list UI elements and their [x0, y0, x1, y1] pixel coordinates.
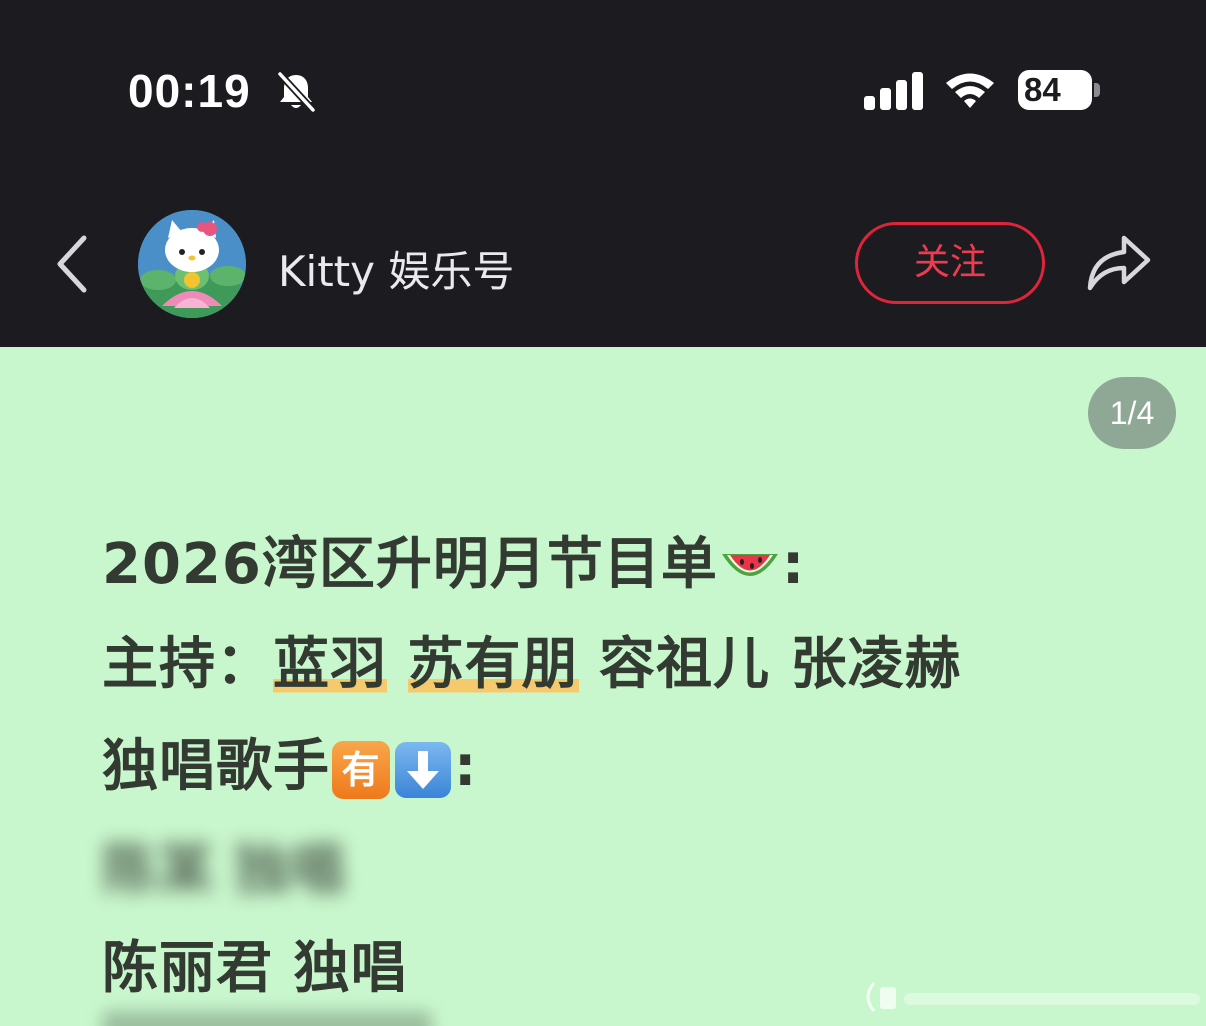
you-badge-icon: 有: [332, 740, 390, 799]
host-name-highlighted: 苏有朋: [407, 632, 579, 697]
battery-cap: [1094, 83, 1100, 97]
back-button[interactable]: [48, 230, 100, 298]
signal-icon: [864, 72, 923, 110]
follow-button[interactable]: 关注: [855, 222, 1045, 304]
you-badge-label: 有: [341, 747, 381, 792]
avatar[interactable]: [138, 210, 246, 318]
host-name-highlighted: 蓝羽: [273, 632, 387, 697]
bell-slash-icon: [277, 71, 316, 113]
battery-indicator: 84: [1018, 70, 1092, 110]
host-prefix: 主持：: [102, 632, 273, 697]
status-time: 00:19: [128, 65, 251, 117]
wifi-icon: [946, 73, 994, 108]
program-title: 2026湾区升明月节目单: [102, 532, 718, 597]
share-icon[interactable]: [1084, 230, 1154, 294]
soloist-colon: :: [454, 734, 478, 799]
soloist-line: 独唱歌手 有 :: [102, 721, 477, 802]
title-colon: :: [781, 532, 806, 597]
blurred-text: 陈某 独唱: [102, 838, 346, 903]
avatar-image: [138, 210, 246, 318]
nav-bar: Kitty 娱乐号 关注: [0, 180, 1206, 347]
soloist-label: 独唱歌手: [102, 734, 330, 799]
post-image[interactable]: 1/4 2026湾区升明月节目单 : 主持：蓝羽 苏有朋 容祖儿 张凌赫 独唱歌…: [0, 347, 1206, 1026]
watermelon-icon: [721, 553, 778, 576]
battery-level: 84: [1024, 71, 1061, 108]
host-line: 主持：蓝羽 苏有朋 容祖儿 张凌赫: [102, 619, 962, 700]
watermark-icon: [866, 982, 1200, 1012]
partial-blurred-line: [102, 1011, 432, 1026]
page-indicator: 1/4: [1088, 377, 1176, 449]
host-name: 容祖儿: [599, 632, 770, 697]
post-title-line: 2026湾区升明月节目单 :: [102, 519, 805, 600]
account-name[interactable]: Kitty 娱乐号: [278, 238, 514, 299]
performer-line: 陈丽君 独唱: [102, 936, 408, 1001]
host-name: 张凌赫: [790, 632, 962, 697]
down-arrow-icon: [395, 741, 451, 798]
status-bar: 00:19 84: [0, 0, 1206, 180]
